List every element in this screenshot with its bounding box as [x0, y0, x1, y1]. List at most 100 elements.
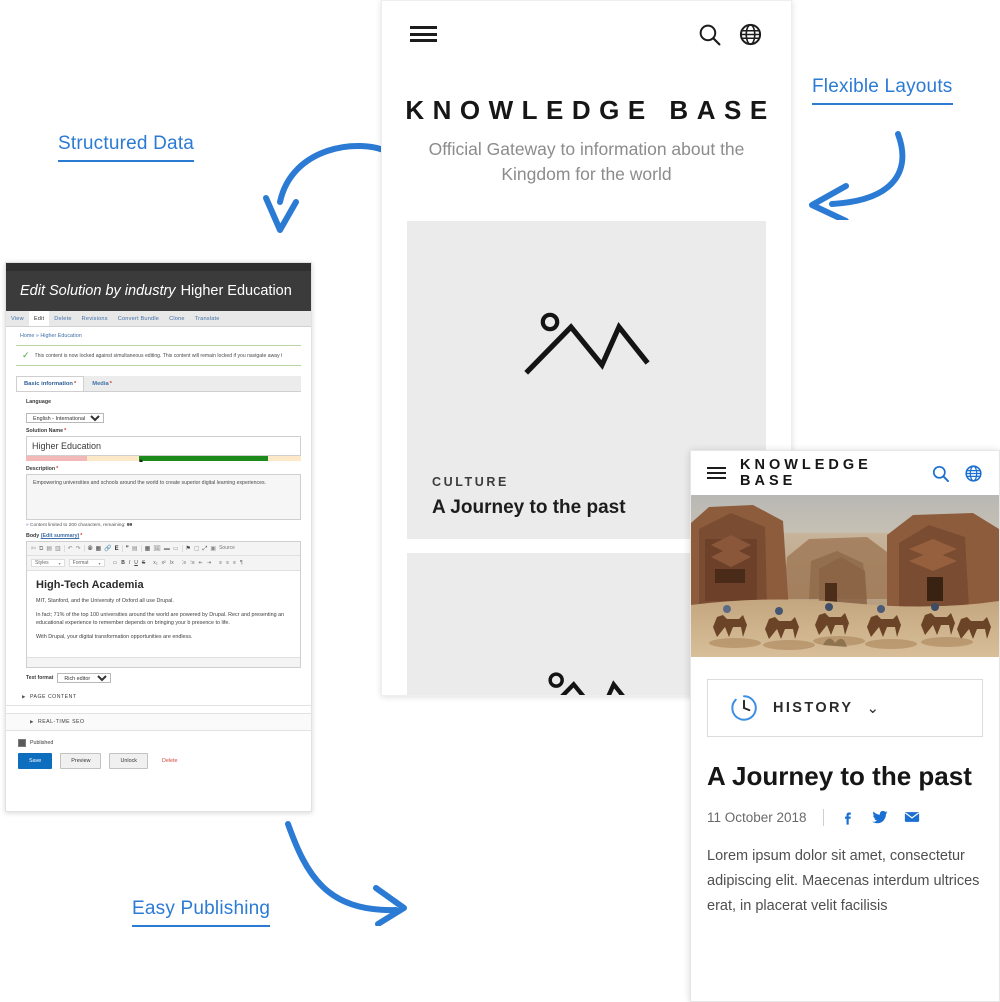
description-help-text: Content limited to 200 characters, remai… [30, 523, 126, 528]
tab-media-label: Media [92, 381, 109, 387]
globe-icon[interactable] [738, 22, 763, 47]
published-checkbox[interactable] [18, 739, 26, 748]
text-color-icon[interactable]: ▭ [113, 560, 118, 566]
editor-paragraph: With Drupal, your digital transformation… [36, 634, 193, 641]
source-label[interactable]: Source [219, 546, 235, 551]
email-icon[interactable] [903, 808, 921, 826]
collapsible-page-content[interactable]: ▶ PAGE CONTENT [6, 689, 311, 707]
edit-summary-link[interactable]: (Edit summary) [41, 533, 80, 539]
published-checkbox-row[interactable]: Published [6, 731, 311, 748]
format-label: Format [72, 560, 89, 566]
twitter-icon[interactable] [871, 808, 889, 826]
cut-icon[interactable]: ✄ [31, 546, 36, 552]
right-site-header: KNOWLEDGE BASE [691, 451, 999, 495]
maximize-icon[interactable]: ⤢ [203, 546, 208, 552]
field-group-tabs: Basic information* Media* [16, 376, 301, 392]
center-site-brand: KNOWLEDGE BASE [405, 95, 776, 125]
article-body: Lorem ipsum dolor sit amet, consectetur … [707, 848, 980, 914]
subscript-icon[interactable]: x₂ [153, 560, 157, 566]
category-selector[interactable]: HISTORY ⌄ [707, 679, 983, 737]
breadcrumb[interactable]: Home » Higher Education [6, 327, 311, 343]
save-button[interactable]: Save [18, 753, 53, 770]
tab-delete[interactable]: Delete [49, 311, 76, 326]
tab-basic-information[interactable]: Basic information* [16, 376, 85, 391]
find-icon[interactable]: 🞋 [88, 546, 93, 552]
body-label-text: Body [26, 533, 40, 539]
editor-content-area[interactable]: High-Tech Academia MIT, Stanford, and th… [27, 571, 300, 658]
tab-translate[interactable]: Translate [190, 311, 225, 326]
media-icon[interactable]: 🖼 [153, 546, 161, 552]
editor-toolbar-row-2: Styles ▾ Format ▾ ▭ B I U S x₂ x² Ix ⁚≡ … [27, 556, 300, 571]
indent-icon[interactable]: ⇥ [207, 560, 211, 566]
flag-icon[interactable]: ⚑ [186, 546, 191, 552]
hamburger-icon[interactable] [410, 26, 437, 42]
bulleted-list-icon[interactable]: ⁝≡ [190, 560, 195, 566]
preview-button[interactable]: Preview [60, 753, 102, 770]
outdent-icon[interactable]: ⇤ [199, 560, 203, 566]
description-remaining-count: 99 [126, 523, 133, 528]
horizontal-rule-icon[interactable]: ▤ [132, 546, 138, 552]
tab-edit[interactable]: Edit [28, 311, 50, 326]
search-icon[interactable] [697, 22, 722, 47]
link-icon[interactable]: 🔗 [104, 546, 111, 552]
edit-form: Language English - International Solutio… [6, 392, 311, 684]
tab-view[interactable]: View [6, 311, 29, 326]
solution-name-input[interactable]: Higher Education [26, 436, 301, 456]
delete-link[interactable]: Delete [162, 758, 178, 764]
undo-icon[interactable]: ↶ [68, 546, 73, 552]
blockquote-icon[interactable]: ❞ [126, 546, 129, 552]
template-icon[interactable]: ▢ [194, 546, 200, 552]
tab-convert-bundle[interactable]: Convert Bundle [113, 311, 164, 326]
language-select[interactable]: English - International [26, 413, 104, 423]
special-char-icon[interactable]: E [115, 546, 119, 552]
underline-icon[interactable]: U [134, 560, 138, 566]
text-direction-icon[interactable]: ¶ [240, 560, 243, 566]
format-dropdown[interactable]: Format ▾ [68, 559, 105, 567]
tab-media[interactable]: Media* [84, 376, 120, 391]
unlock-button[interactable]: Unlock [109, 753, 148, 770]
center-site-tagline: Official Gateway to information about th… [428, 139, 745, 185]
toolbar-separator [140, 545, 142, 552]
align-left-icon[interactable]: ≡ [219, 560, 222, 566]
source-icon[interactable]: ▣ [210, 546, 216, 552]
globe-icon[interactable] [964, 464, 983, 483]
solution-name-label: Solution Name* [26, 428, 301, 434]
strikethrough-icon[interactable]: S [142, 560, 145, 566]
right-header-icons [931, 464, 983, 483]
article-hero-image[interactable] [691, 495, 999, 657]
styles-dropdown[interactable]: Styles ▾ [31, 559, 65, 567]
italic-icon[interactable]: I [129, 560, 130, 566]
hamburger-icon[interactable] [707, 466, 726, 480]
drupal-admin-toolbar[interactable] [6, 263, 311, 271]
align-right-icon[interactable]: ≡ [233, 560, 236, 566]
search-icon[interactable] [931, 464, 950, 483]
showcase-canvas: Structured Data Flexible Layouts Easy Pu… [0, 0, 1000, 1002]
anchor-icon[interactable]: ▬ [164, 546, 170, 552]
align-center-icon[interactable]: ≡ [226, 560, 229, 566]
paste-icon[interactable]: ▤ [46, 546, 52, 552]
table-icon[interactable]: ▦ [145, 546, 151, 552]
copy-icon[interactable]: ⧉ [39, 546, 43, 552]
remove-format-icon[interactable]: Ix [170, 560, 174, 566]
editor-paragraph: MIT, Stanford, and the University of Oxf… [36, 598, 174, 604]
unlink-icon[interactable]: ▭ [173, 546, 179, 552]
description-textarea[interactable]: Empowering universities and schools arou… [26, 474, 301, 520]
tab-revisions[interactable]: Revisions [77, 311, 113, 326]
meter-segment-good [138, 456, 268, 461]
replace-icon[interactable]: ▦ [95, 546, 101, 552]
status-message: ✓ This content is now locked against sim… [16, 345, 301, 366]
tab-clone[interactable]: Clone [164, 311, 190, 326]
center-card-1-image[interactable] [407, 220, 766, 461]
chevron-down-icon[interactable]: ⌄ [866, 699, 879, 717]
language-label: Language [26, 399, 52, 405]
annotation-underline [58, 160, 195, 162]
text-format-select[interactable]: Rich editor [57, 673, 112, 684]
facebook-icon[interactable] [840, 809, 857, 826]
collapsible-real-time-seo[interactable]: ▶ REAL-TIME SEO [6, 713, 311, 732]
redo-icon[interactable]: ↷ [76, 546, 81, 552]
numbered-list-icon[interactable]: ⁚≡ [182, 560, 187, 566]
center-header-icons [697, 22, 763, 47]
superscript-icon[interactable]: x² [162, 560, 166, 566]
bold-icon[interactable]: B [121, 560, 125, 566]
paste-text-icon[interactable]: ▥ [55, 546, 61, 552]
